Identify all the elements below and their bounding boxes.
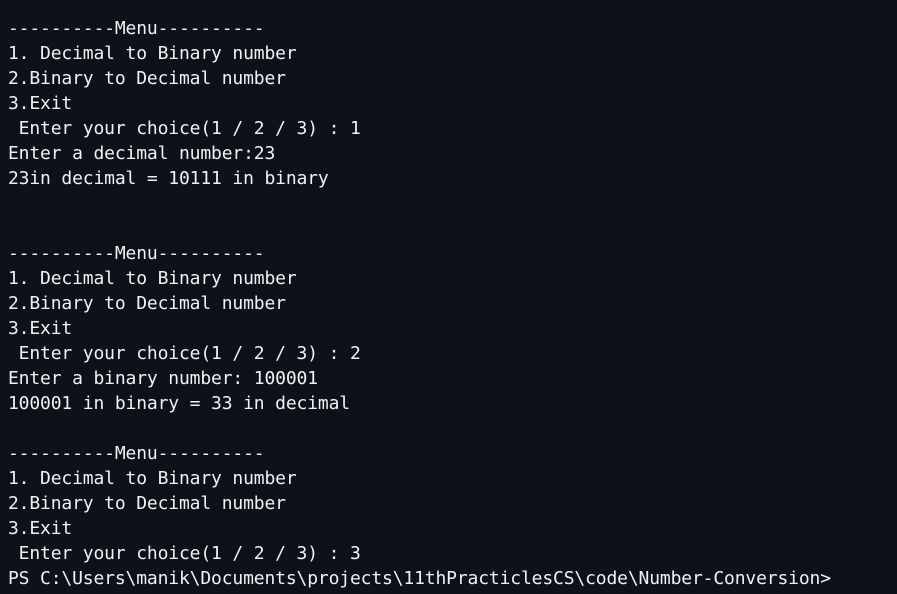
menu-header: ----------Menu---------- bbox=[8, 243, 265, 264]
binary-input-prompt: Enter a binary number: 100001 bbox=[8, 368, 318, 389]
menu-option-exit: 3.Exit bbox=[8, 518, 73, 539]
choice-prompt: Enter your choice(1 / 2 / 3) : 2 bbox=[8, 343, 361, 364]
conversion-result: 100001 in binary = 33 in decimal bbox=[8, 393, 350, 414]
menu-option-binary-to-decimal: 2.Binary to Decimal number bbox=[8, 293, 286, 314]
terminal-output[interactable]: ----------Menu---------- 1. Decimal to B… bbox=[0, 0, 897, 594]
choice-prompt: Enter your choice(1 / 2 / 3) : 3 bbox=[8, 543, 361, 564]
menu-option-exit: 3.Exit bbox=[8, 318, 73, 339]
choice-prompt: Enter your choice(1 / 2 / 3) : 1 bbox=[8, 118, 361, 139]
menu-option-exit: 3.Exit bbox=[8, 93, 73, 114]
powershell-prompt[interactable]: PS C:\Users\manik\Documents\projects\11t… bbox=[8, 566, 897, 591]
menu-option-decimal-to-binary: 1. Decimal to Binary number bbox=[8, 468, 297, 489]
menu-option-binary-to-decimal: 2.Binary to Decimal number bbox=[8, 493, 286, 514]
menu-option-binary-to-decimal: 2.Binary to Decimal number bbox=[8, 68, 286, 89]
menu-header: ----------Menu---------- bbox=[8, 18, 265, 39]
decimal-input-prompt: Enter a decimal number:23 bbox=[8, 143, 276, 164]
menu-option-decimal-to-binary: 1. Decimal to Binary number bbox=[8, 43, 297, 64]
menu-header: ----------Menu---------- bbox=[8, 443, 265, 464]
conversion-result: 23in decimal = 10111 in binary bbox=[8, 168, 329, 189]
menu-option-decimal-to-binary: 1. Decimal to Binary number bbox=[8, 268, 297, 289]
